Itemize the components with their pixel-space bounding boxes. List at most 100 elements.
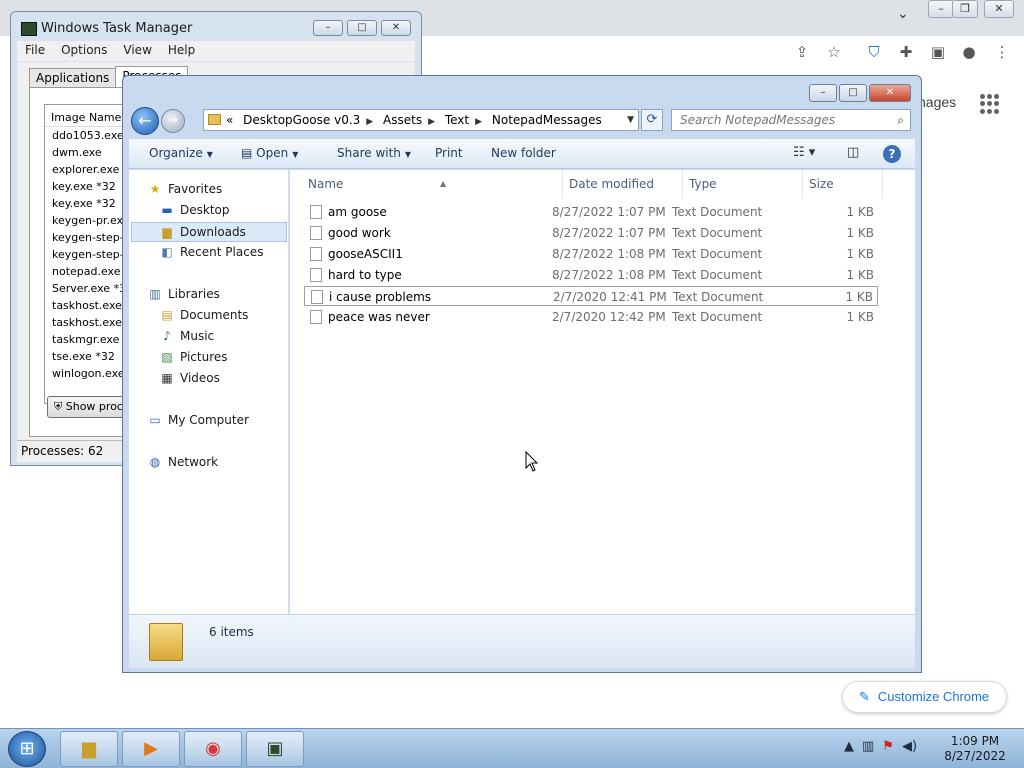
mouse-cursor-icon xyxy=(525,451,539,472)
file-row[interactable]: hard to type 8/27/2022 1:08 PM Text Docume… xyxy=(304,265,878,285)
tm-menu-view[interactable]: View xyxy=(115,41,159,61)
column-header-size[interactable]: Size xyxy=(803,170,883,198)
forward-arrow-icon[interactable]: → xyxy=(161,109,185,133)
nav-favorites[interactable]: ★ Favorites xyxy=(147,182,223,196)
nav-documents[interactable]: ▤ Documents xyxy=(159,308,248,322)
organize-button[interactable]: Organize ▼ xyxy=(149,146,213,160)
extensions-icon[interactable]: ✚ xyxy=(896,42,916,62)
tm-menu-file[interactable]: File xyxy=(17,41,53,61)
ntp-images-link[interactable]: nages xyxy=(918,94,956,110)
nav-my-computer[interactable]: ▭ My Computer xyxy=(147,413,249,427)
back-arrow-icon[interactable]: ← xyxy=(131,107,159,135)
nav-videos[interactable]: ▦ Videos xyxy=(159,371,220,385)
tm-menu-options[interactable]: Options xyxy=(53,41,115,61)
taskbar-task-manager[interactable]: ▣ xyxy=(246,731,304,767)
customize-chrome-button[interactable]: ✎ Customize Chrome xyxy=(842,681,1007,713)
nav-pictures[interactable]: ▨ Pictures xyxy=(159,350,227,364)
nav-desktop[interactable]: ▬ Desktop xyxy=(159,203,229,217)
breadcrumb-notepadmessages[interactable]: NotepadMessages xyxy=(492,113,602,127)
side-panel-icon[interactable]: ▣ xyxy=(928,42,948,62)
ex-close-button[interactable]: ✕ xyxy=(869,84,911,102)
start-button[interactable]: ⊞ xyxy=(8,731,46,767)
chevron-right-icon[interactable]: ▶ xyxy=(475,117,482,127)
ex-minimize-button[interactable]: – xyxy=(809,84,837,102)
clock[interactable]: 1:09 PM 8/27/2022 xyxy=(940,734,1010,764)
search-placeholder: Search NotepadMessages xyxy=(680,113,836,127)
help-icon[interactable]: ? xyxy=(883,145,901,163)
file-name: hard to type xyxy=(328,268,402,282)
column-header-type[interactable]: Type xyxy=(683,170,803,198)
text-document-icon xyxy=(311,290,323,304)
file-list: Name ▲ Date modified Type Size am goose 8/… xyxy=(290,170,915,614)
preview-pane-icon[interactable]: ◫ xyxy=(847,145,859,160)
action-center-icon[interactable]: ⚑ xyxy=(882,739,894,754)
profile-icon[interactable]: ● xyxy=(959,42,979,62)
tm-minimize-button[interactable]: – xyxy=(313,20,343,36)
chevron-right-icon[interactable]: ▶ xyxy=(366,117,373,127)
chevron-right-icon[interactable]: ▶ xyxy=(428,117,435,127)
pencil-icon: ✎ xyxy=(859,689,870,704)
ex-maximize-button[interactable]: □ xyxy=(839,84,867,102)
computer-icon: ▭ xyxy=(149,413,161,427)
file-type: Text Document xyxy=(672,205,763,219)
tm-close-button[interactable]: ✕ xyxy=(381,20,411,36)
search-icon[interactable]: ⌕ xyxy=(897,110,904,130)
chrome-restore-button[interactable]: ❐ xyxy=(952,0,978,18)
address-bar[interactable]: « DesktopGoose v0.3 ▶ Assets ▶ Text ▶ Notep… xyxy=(203,109,639,131)
chrome-close-button[interactable]: ✕ xyxy=(984,0,1014,18)
column-header-date-modified[interactable]: Date modified xyxy=(563,170,683,198)
new-folder-button[interactable]: New folder xyxy=(491,146,556,160)
open-label: Open xyxy=(256,146,289,160)
print-button[interactable]: Print xyxy=(435,146,463,160)
tm-maximize-button[interactable]: □ xyxy=(347,20,377,36)
chevron-down-icon[interactable]: ⌄ xyxy=(897,6,909,22)
file-date: 8/27/2022 1:07 PM xyxy=(552,205,666,219)
nav-libraries[interactable]: ▥ Libraries xyxy=(147,287,220,301)
taskbar-explorer[interactable]: ▆ xyxy=(60,731,118,767)
breadcrumb-overflow[interactable]: « xyxy=(226,113,233,127)
column-name-label: Name xyxy=(308,177,344,191)
share-icon[interactable]: ⇪ xyxy=(792,42,812,62)
file-row[interactable]: gooseASCII1 8/27/2022 1:08 PM Text Documen… xyxy=(304,244,878,264)
file-size: 1 KB xyxy=(846,310,874,324)
caret-down-icon: ▼ xyxy=(404,150,412,159)
apps-grid-icon[interactable] xyxy=(980,94,1000,114)
nav-music[interactable]: ♪ Music xyxy=(159,329,214,343)
nav-downloads[interactable]: ▆ Downloads xyxy=(131,222,287,242)
volume-icon[interactable]: ◀) xyxy=(902,739,917,754)
nav-documents-label: Documents xyxy=(180,308,249,322)
taskbar-media-player[interactable]: ▶ xyxy=(122,731,180,767)
share-with-button[interactable]: Share with ▼ xyxy=(337,146,411,160)
search-input[interactable]: Search NotepadMessages ⌕ xyxy=(671,109,911,131)
sort-ascending-icon: ▲ xyxy=(440,179,447,188)
system-tray: ▲ ▥ ⚑ ◀) xyxy=(844,739,917,754)
star-icon[interactable]: ☆ xyxy=(824,42,844,62)
view-options-icon[interactable]: ☷ ▾ xyxy=(793,145,815,160)
pictures-icon: ▨ xyxy=(161,350,173,364)
network-tray-icon[interactable]: ▥ xyxy=(862,739,874,754)
nav-recent-places[interactable]: ◧ Recent Places xyxy=(159,245,263,259)
nav-network[interactable]: ◍ Network xyxy=(147,455,218,469)
task-manager-icon xyxy=(21,22,37,36)
breadcrumb-text[interactable]: Text xyxy=(445,113,469,127)
refresh-icon[interactable]: ⟳ xyxy=(641,109,663,131)
file-row[interactable]: i cause problems 2/7/2020 12:41 PM Text Do… xyxy=(304,286,878,306)
column-header-name[interactable]: Name ▲ xyxy=(302,170,563,198)
file-row[interactable]: peace was never 2/7/2020 12:42 PM Text Doc… xyxy=(304,307,878,327)
shield-icon[interactable]: ⛉ xyxy=(864,42,884,62)
menu-icon[interactable]: ⋮ xyxy=(992,42,1012,62)
open-button[interactable]: ▤ Open ▼ xyxy=(241,146,298,160)
nav-network-label: Network xyxy=(168,455,219,469)
show-hidden-icons-icon[interactable]: ▲ xyxy=(844,739,854,754)
breadcrumb-desktopgoose[interactable]: DesktopGoose v0.3 xyxy=(243,113,360,127)
dropdown-arrow-icon[interactable]: ▼ xyxy=(627,110,634,130)
tm-menu-help[interactable]: Help xyxy=(160,41,203,61)
taskbar-chrome[interactable]: ◉ xyxy=(184,731,242,767)
chrome-minimize-button[interactable]: – xyxy=(928,0,954,18)
file-row[interactable]: good work 8/27/2022 1:07 PM Text Document 1… xyxy=(304,223,878,243)
tab-applications[interactable]: Applications xyxy=(29,68,117,88)
file-row[interactable]: am goose 8/27/2022 1:07 PM Text Document 1 … xyxy=(304,202,878,222)
breadcrumb-assets[interactable]: Assets xyxy=(383,113,422,127)
tm-menu-bar: File Options View Help xyxy=(17,41,415,61)
libraries-icon: ▥ xyxy=(149,287,161,301)
